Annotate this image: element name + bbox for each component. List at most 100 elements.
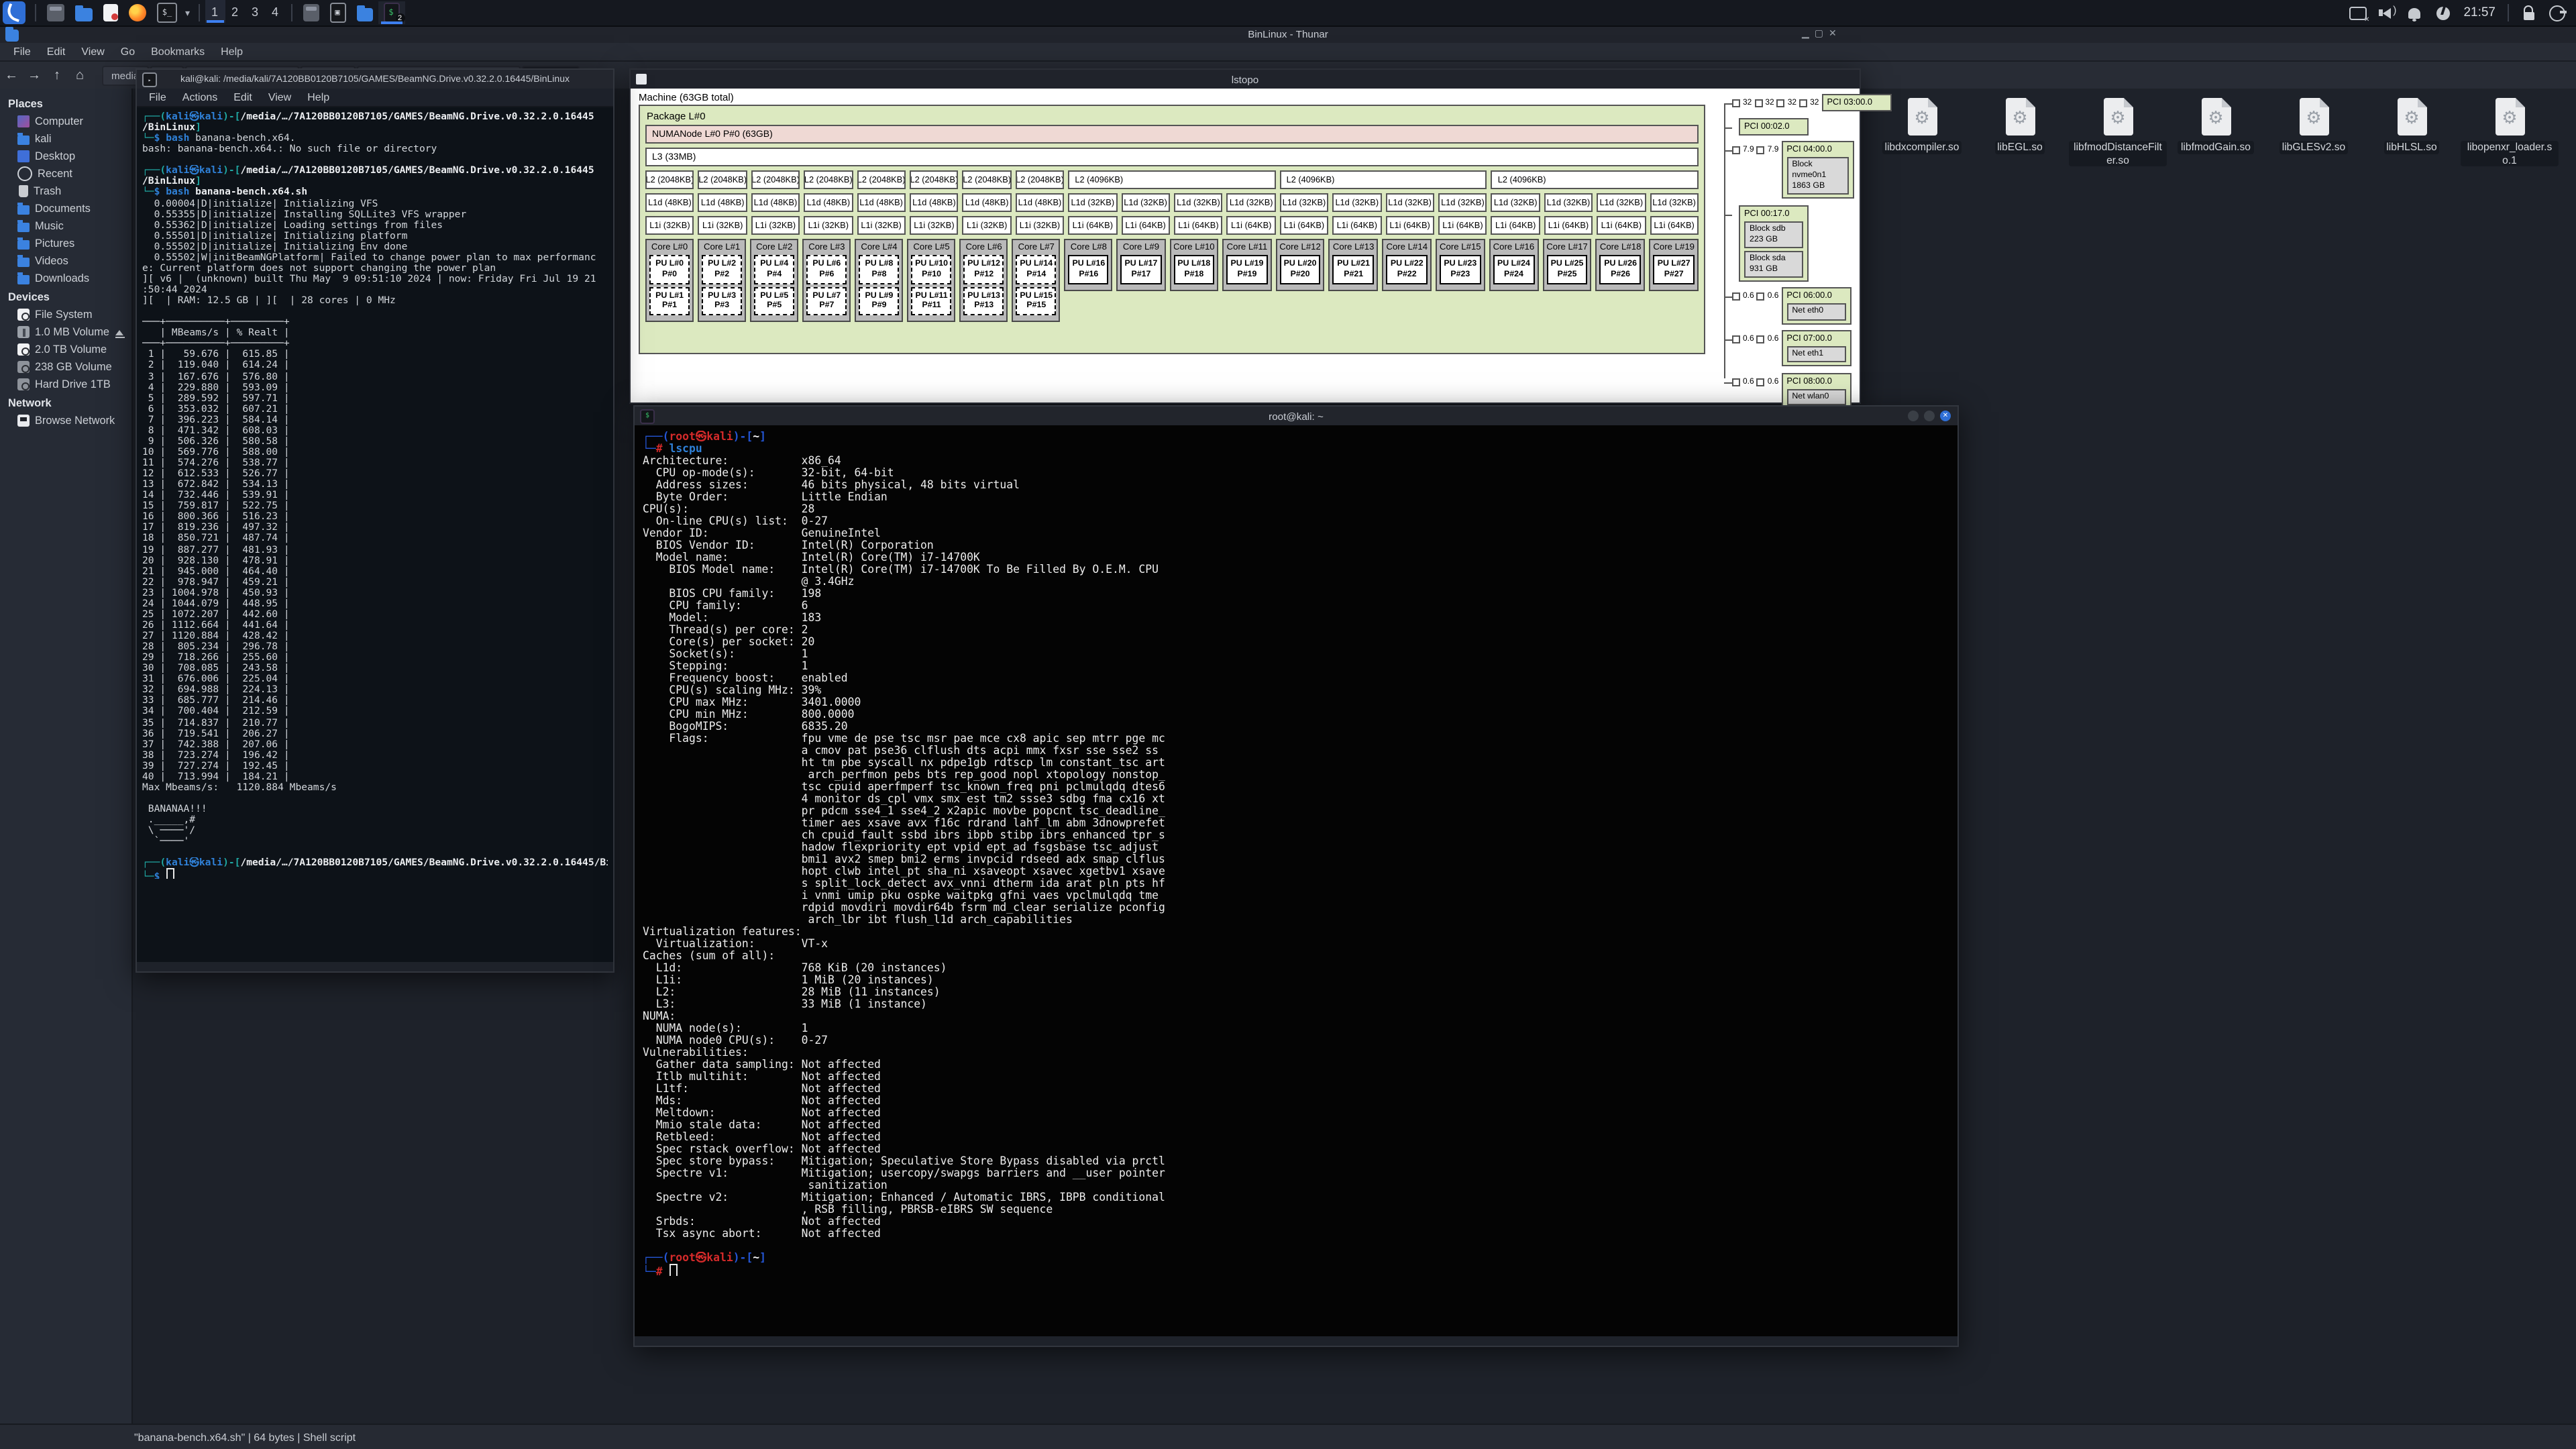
sidebar-section-places: Places: [0, 94, 131, 113]
minimize-button[interactable]: ▁: [1802, 28, 1809, 39]
taskbar-window-lstopo[interactable]: ▣: [324, 1, 351, 24]
qterminal-menu-actions[interactable]: Actions: [174, 91, 225, 103]
back-icon[interactable]: ←: [0, 68, 23, 83]
thunar-titlebar[interactable]: BinLinux - Thunar ▁ ▢ ✕: [0, 25, 2576, 43]
pu-box: PU L#2P#2: [702, 255, 742, 284]
core-box-core-l-10: Core L#10PU L#18P#18: [1169, 239, 1219, 290]
sidebar-item-trash[interactable]: Trash: [0, 182, 131, 200]
l1i-cache-box: L1i (32KB): [804, 216, 853, 235]
thunar-menu-help[interactable]: Help: [213, 46, 251, 58]
sidebar-item-kali[interactable]: kali: [0, 130, 131, 148]
forward-icon[interactable]: →: [23, 68, 46, 83]
kali-menu-button[interactable]: [3, 1, 25, 24]
maximize-button[interactable]: ▢: [1815, 28, 1823, 39]
shared-library-file-icon: ⚙: [1907, 98, 1937, 136]
eject-icon[interactable]: [115, 329, 123, 335]
sidebar-item-pictures[interactable]: Pictures: [0, 235, 131, 252]
minimize-button[interactable]: [1908, 411, 1919, 421]
lstopo-titlebar[interactable]: lstopo: [631, 70, 1860, 89]
power-manager-icon[interactable]: [2434, 4, 2451, 21]
volume-icon[interactable]: [2377, 4, 2395, 21]
file-item-libopenxr-loader-so-1[interactable]: ⚙libopenxr_loader.so.1: [2461, 98, 2559, 167]
lock-screen-icon[interactable]: [2520, 4, 2537, 21]
root-terminal-titlebar[interactable]: $ root@kali: ~ ✕: [635, 407, 1957, 425]
terminal-line: Flags: fpu vme de pse tsc msr pae mce cx…: [643, 733, 1949, 745]
sidebar-item-label: Documents: [35, 203, 91, 215]
sidebar-item-recent[interactable]: Recent: [0, 165, 131, 182]
terminal-line: `────': [142, 836, 608, 847]
terminal-line: NUMA node(s): 1: [643, 1022, 1949, 1034]
taskbar-window-filemanager[interactable]: [351, 1, 378, 24]
home-icon[interactable]: ⌂: [68, 68, 91, 83]
terminal-launcher-icon[interactable]: $_: [157, 3, 177, 23]
terminal-text-segment: ~: [753, 1252, 759, 1264]
sidebar-item-videos[interactable]: Videos: [0, 252, 131, 270]
qterminal-menu-edit[interactable]: Edit: [225, 91, 260, 103]
qterminal-titlebar[interactable]: ▸ kali@kali: /media/kali/7A120BB0120B710…: [137, 70, 613, 89]
sidebar-item-hard-drive-1tb[interactable]: Hard Drive 1TB: [0, 376, 131, 393]
sidebar-item-file-system[interactable]: File System: [0, 306, 131, 323]
sidebar-item-music[interactable]: Music: [0, 217, 131, 235]
terminal-line: 13 | 672.842 | 534.13 |: [142, 479, 608, 490]
sidebar-item-browse-network[interactable]: Browse Network: [0, 412, 131, 429]
file-item-label: libdxcompiler.so: [1882, 141, 1962, 154]
qterminal-menu-view[interactable]: View: [260, 91, 299, 103]
sidebar-item-238-gb-volume[interactable]: 238 GB Volume: [0, 358, 131, 376]
l1i-cache-box: L1i (64KB): [1121, 216, 1170, 235]
logout-icon[interactable]: [2548, 4, 2565, 21]
terminal-line: 0.55502|D|initialize| Initializing Env d…: [142, 241, 608, 252]
thunar-menu-go[interactable]: Go: [113, 46, 143, 58]
link-speed-labels: 0.60.6: [1731, 378, 1778, 386]
terminal-line: BIOS Vendor ID: Intel(R) Corporation: [643, 539, 1949, 551]
file-item-libegl-so[interactable]: ⚙libEGL.so: [1971, 98, 2069, 167]
display-settings-icon[interactable]: [2349, 4, 2367, 21]
workspace-button-4[interactable]: 4: [265, 0, 285, 23]
qterminal-output[interactable]: ┌──(kali㉿kali)-[/media/…/7A120BB0120B710…: [137, 107, 613, 962]
file-item-libglesv2-so[interactable]: ⚙libGLESv2.so: [2265, 98, 2363, 167]
text-editor-launcher-icon[interactable]: [103, 4, 118, 21]
firefox-launcher-icon[interactable]: [129, 4, 146, 21]
sidebar-item-computer[interactable]: Computer: [0, 113, 131, 130]
workspace-button-1[interactable]: 1: [205, 0, 225, 23]
sidebar-item-1-0-mb-volume[interactable]: 1.0 MB Volume: [0, 323, 131, 341]
root-terminal-output[interactable]: ┌──(root㉿kali)-[~]└─# lscpuArchitecture:…: [635, 425, 1957, 1336]
file-item-libfmoddistancefilter-so[interactable]: ⚙libfmodDistanceFilter.so: [2069, 98, 2167, 167]
clock[interactable]: 21:57: [2463, 5, 2496, 20]
file-item-libhlsl-so[interactable]: ⚙libHLSL.so: [2363, 98, 2461, 167]
up-icon[interactable]: ↑: [46, 68, 68, 83]
core-box-core-l-9: Core L#9PU L#17P#17: [1117, 239, 1165, 290]
workspace-button-3[interactable]: 3: [245, 0, 265, 23]
sidebar-item-downloads[interactable]: Downloads: [0, 270, 131, 287]
close-button[interactable]: ✕: [1940, 411, 1951, 421]
file-manager-launcher-icon[interactable]: [75, 7, 93, 21]
terminal-icon: ▣: [329, 3, 345, 23]
maximize-button[interactable]: [1924, 411, 1935, 421]
close-button[interactable]: ✕: [1829, 28, 1837, 39]
lstopo-window-title: lstopo: [631, 73, 1860, 85]
workspace-button-2[interactable]: 2: [225, 0, 245, 23]
core-box-core-l-0: Core L#0PU L#0P#0PU L#1P#1: [645, 239, 694, 322]
trash-icon: [19, 185, 28, 197]
thunar-menu-edit[interactable]: Edit: [39, 46, 74, 58]
thunar-menu-file[interactable]: File: [5, 46, 39, 58]
chevron-down-icon[interactable]: ▾: [185, 7, 190, 18]
qterminal-menu-help[interactable]: Help: [299, 91, 337, 103]
sidebar-item-documents[interactable]: Documents: [0, 200, 131, 217]
show-desktop-icon[interactable]: [47, 4, 64, 21]
terminal-line: [643, 1240, 1949, 1252]
terminal-line: Max Mbeams/s: 1120.884 Mbeams/s: [142, 782, 608, 793]
terminal-line: └─#: [643, 1264, 1949, 1276]
sidebar-item-desktop[interactable]: Desktop: [0, 148, 131, 165]
taskbar-window-thunar[interactable]: [297, 1, 324, 24]
thunar-menu-bookmarks[interactable]: Bookmarks: [143, 46, 213, 58]
notifications-bell-icon[interactable]: [2406, 4, 2423, 21]
taskbar-window-terminals[interactable]: $ 2: [378, 1, 405, 24]
sidebar-item-label: Computer: [35, 115, 83, 127]
terminal-line: 18 | 850.721 | 487.74 |: [142, 533, 608, 544]
lstopo-window: lstopo Machine (63GB total) Package L#0 …: [629, 68, 1861, 404]
qterminal-menu-file[interactable]: File: [141, 91, 174, 103]
sidebar-item-2-0-tb-volume[interactable]: 2.0 TB Volume: [0, 341, 131, 358]
pu-box: PU L#19P#19: [1227, 255, 1268, 284]
file-item-libfmodgain-so[interactable]: ⚙libfmodGain.so: [2167, 98, 2265, 167]
thunar-menu-view[interactable]: View: [73, 46, 112, 58]
